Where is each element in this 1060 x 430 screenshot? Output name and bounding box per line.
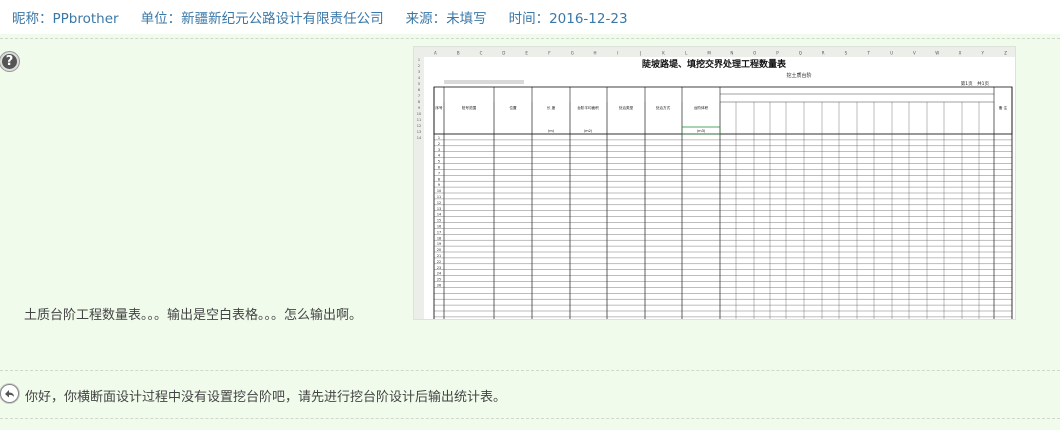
column-letter: V [913, 51, 916, 56]
project-name-cell [444, 80, 524, 84]
column-letter: H [594, 51, 597, 56]
sheet-page-info: 第1页 共1页 [961, 80, 990, 87]
row-header-number: 1 [418, 58, 420, 62]
row-number: 12 [437, 201, 441, 205]
header-label: 处治类型 [619, 105, 634, 110]
row-header-number: 12 [417, 124, 421, 128]
column-letter: Z [1004, 51, 1007, 56]
row-number: 11 [437, 195, 441, 199]
row-number: 21 [437, 254, 441, 258]
column-letter: K [662, 51, 665, 56]
column-letter: J [639, 51, 641, 56]
row-number: 13 [437, 207, 441, 211]
sheet-subtitle: 挖土质台阶 [786, 72, 811, 79]
row-header-number: 3 [418, 70, 420, 74]
row-header-number: 6 [418, 88, 420, 92]
column-letter: N [730, 51, 733, 56]
row-header-number: 13 [417, 130, 421, 134]
column-letter: Y [981, 51, 985, 56]
reply-arrow-icon [0, 384, 19, 403]
row-number: 2 [438, 142, 440, 146]
row-header-number: 2 [418, 64, 420, 68]
row-number: 19 [437, 242, 441, 246]
column-letter: O [753, 51, 756, 56]
column-letter: W [935, 51, 939, 56]
column-letter: B [457, 51, 460, 56]
row-number: 10 [437, 189, 441, 193]
row-header-number: 9 [418, 106, 420, 110]
post-meta-bar: 昵称：PPbrother 单位：新疆新纪元公路设计有限责任公司 来源：未填写 时… [0, 0, 1060, 34]
unit-label: (m2) [584, 129, 593, 133]
header-label: 备 注 [999, 105, 1008, 110]
column-letter: D [502, 51, 505, 56]
row-number: 18 [437, 236, 441, 240]
row-number: 1 [438, 136, 440, 140]
unit: 单位：新疆新纪元公路设计有限责任公司 [140, 11, 384, 27]
nickname: 昵称：PPbrother [12, 11, 119, 27]
header-label: 位置 [509, 105, 517, 110]
row-number: 3 [438, 148, 440, 152]
row-number: 26 [437, 284, 441, 288]
answer-text: 你好，你横断面设计过程中没有设置挖台阶吧，请先进行挖台阶设计后输出统计表。 [25, 390, 507, 405]
unit-label: (m) [548, 129, 555, 133]
post-time: 时间：2016-12-23 [508, 11, 628, 27]
header-label: 长 度 [547, 105, 556, 110]
spreadsheet-screenshot[interactable]: ABCDEFGHIJKLMNOPQRSTUVWXYZ 1 2 3 4 5 6 7 8 9 10 11… [413, 46, 1016, 320]
header-label: 桩号范围 [462, 105, 477, 110]
row-number: 7 [438, 171, 440, 175]
row-header-number: 10 [417, 112, 421, 116]
header-label: 台阶平均面积 [577, 105, 599, 110]
column-letter: I [617, 51, 618, 56]
row-number: 8 [438, 177, 440, 181]
row-header-number: 11 [417, 118, 421, 122]
row-header-number: 14 [417, 136, 422, 140]
header-label: 序号 [435, 105, 443, 110]
column-letter: U [890, 51, 893, 56]
source: 来源：未填写 [405, 11, 487, 27]
unit-label: (m3) [697, 129, 706, 133]
column-letter: G [571, 51, 574, 56]
row-number: 22 [437, 260, 441, 264]
column-letter: M [707, 51, 711, 56]
row-number: 6 [438, 166, 440, 170]
row-number: 9 [438, 183, 440, 187]
table-grid: 1234567891011121314151617181920212223242… [433, 87, 1013, 319]
row-number: 15 [437, 219, 441, 223]
header-label: 处治方式 [656, 105, 671, 110]
column-letter: C [480, 51, 483, 56]
question-icon: ? [0, 52, 19, 71]
row-header-number: 7 [418, 94, 420, 98]
spreadsheet-graphic: ABCDEFGHIJKLMNOPQRSTUVWXYZ 1234567891011… [414, 47, 1015, 319]
table-header: 序号 桩号范围 位置 长 度 台阶平均面积 处治类型 处治方式 台阶体积 备 注 (m) (m2) (… [433, 86, 1013, 319]
column-letter: R [822, 51, 825, 56]
column-letter: Q [799, 51, 802, 56]
row-number: 14 [437, 213, 441, 217]
row-header-number: 8 [418, 100, 420, 104]
divider [0, 418, 1060, 419]
column-letter: T [867, 51, 871, 56]
row-number: 16 [437, 225, 441, 229]
row-number: 4 [438, 154, 440, 158]
sheet-title: 陡坡路堤、填挖交界处理工程数量表 [642, 58, 787, 70]
row-header-number: 5 [418, 82, 420, 86]
row-number: 5 [438, 160, 440, 164]
divider [0, 38, 1060, 39]
row-number: 17 [437, 230, 441, 234]
row-number: 24 [437, 272, 441, 276]
row-number: 25 [437, 278, 441, 282]
divider [0, 370, 1060, 371]
header-label: 台阶体积 [694, 105, 709, 110]
column-letter: A [434, 51, 437, 56]
row-number: 20 [437, 248, 441, 252]
row-number: 23 [437, 266, 441, 270]
question-text: 土质台阶工程数量表。。。输出是空白表格。。。怎么输出啊。 [24, 308, 363, 323]
column-letter: X [959, 51, 962, 56]
